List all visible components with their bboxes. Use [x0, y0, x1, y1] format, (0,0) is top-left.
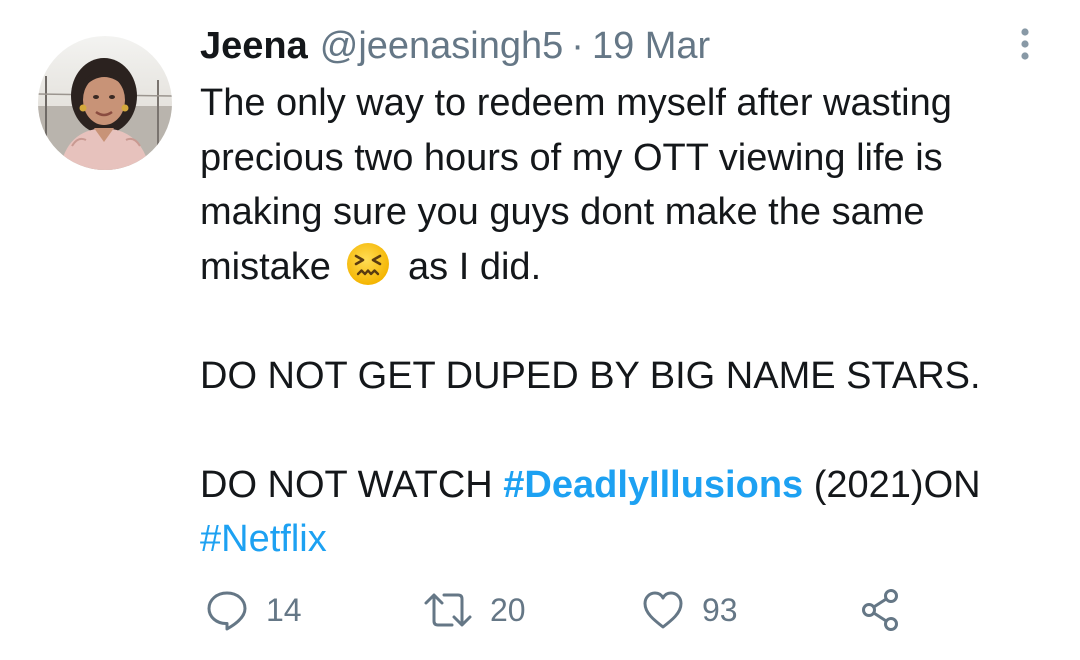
share-button[interactable]: [858, 586, 904, 634]
reply-count: 14: [266, 591, 302, 628]
tweet-card[interactable]: Jeena @jeenasingh5 · 19 Mar The only way…: [0, 0, 1080, 660]
tweet-text-line: mistake as I did.: [200, 240, 1060, 295]
tweet-text-line: The only way to redeem myself after wast…: [200, 82, 952, 124]
tweet-text: The only way to redeem myself after wast…: [200, 76, 1060, 567]
tweet-date[interactable]: 19 Mar: [592, 25, 710, 68]
retweet-icon: [422, 587, 474, 633]
tweet-text-fragment: DO NOT WATCH: [200, 463, 504, 506]
tweet-text-fragment: (2021)ON: [803, 463, 981, 506]
tweet-text-line: #Netflix: [200, 512, 1060, 567]
reply-icon: [204, 587, 250, 633]
tweet-text-line: DO NOT GET DUPED BY BIG NAME STARS.: [200, 354, 981, 397]
hashtag-netflix-link[interactable]: #Netflix: [200, 518, 327, 560]
like-count: 93: [702, 591, 738, 628]
display-name[interactable]: Jeena: [200, 25, 308, 68]
tweet-text-line: DO NOT WATCH #DeadlyIllusions (2021)ON: [200, 458, 1060, 513]
separator-dot: ·: [571, 24, 584, 67]
avatar[interactable]: [38, 36, 172, 170]
retweet-button[interactable]: 20: [422, 586, 526, 634]
tweet-actions: 14 20 93: [200, 586, 960, 634]
retweet-count: 20: [490, 591, 526, 628]
confounded-face-emoji: [345, 241, 391, 287]
heart-icon: [640, 587, 686, 633]
hashtag-deadlyillusions-link[interactable]: #DeadlyIllusions: [503, 464, 803, 506]
tweet-text-line: making sure you guys dont make the same: [200, 191, 925, 233]
share-icon: [858, 587, 904, 633]
more-vertical-icon[interactable]: [1010, 22, 1040, 66]
tweet-text-fragment: as I did.: [408, 245, 542, 288]
reply-button[interactable]: 14: [204, 586, 302, 634]
tweet-text-line: precious two hours of my OTT viewing lif…: [200, 136, 943, 179]
tweet-header: Jeena @jeenasingh5 · 19 Mar: [200, 20, 710, 72]
tweet-text-fragment: mistake: [200, 245, 331, 288]
like-button[interactable]: 93: [640, 586, 738, 634]
user-handle[interactable]: @jeenasingh5: [320, 25, 564, 68]
